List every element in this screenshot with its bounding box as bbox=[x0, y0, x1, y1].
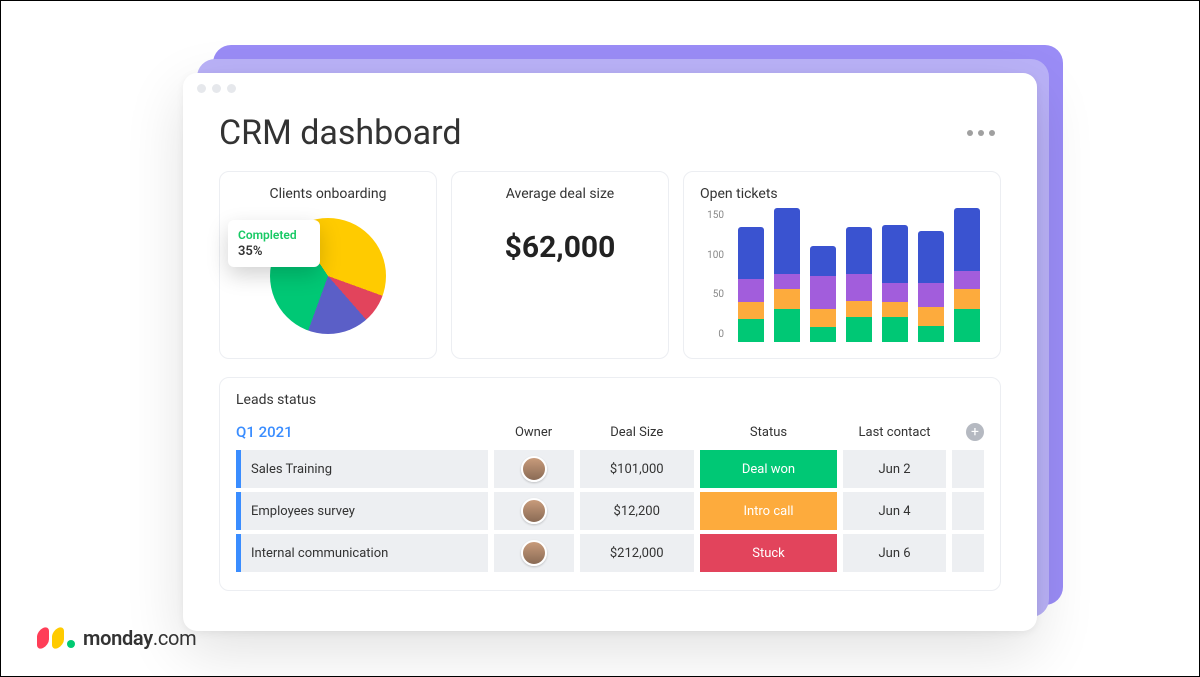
chart-bar-segment bbox=[810, 246, 836, 276]
chart-bar-segment bbox=[882, 317, 908, 342]
card-title: Open tickets bbox=[700, 186, 984, 202]
chart-bar-segment bbox=[918, 326, 944, 343]
chart-bar-segment bbox=[738, 227, 764, 280]
app-window: CRM dashboard Clients onboarding Complet… bbox=[183, 73, 1037, 631]
more-menu-button[interactable] bbox=[961, 124, 1001, 142]
lead-name-cell[interactable]: Internal communication bbox=[236, 534, 488, 572]
chart-bar-segment bbox=[882, 283, 908, 303]
chart-bar-segment bbox=[918, 307, 944, 325]
chart-bar[interactable] bbox=[774, 208, 800, 342]
column-header-last-contact: Last contact bbox=[843, 425, 946, 440]
chart-bar-segment bbox=[810, 327, 836, 342]
chart-tick-label: 0 bbox=[718, 329, 724, 340]
chart-bar-segment bbox=[774, 289, 800, 309]
card-average-deal-size: Average deal size $62,000 bbox=[451, 171, 669, 359]
dots-icon bbox=[978, 130, 984, 136]
brand-logo: monday.com bbox=[37, 626, 196, 650]
pie-tooltip: Completed 35% bbox=[228, 220, 320, 267]
avatar bbox=[521, 456, 547, 482]
chart-bar-segment bbox=[954, 289, 980, 309]
chart-bar[interactable] bbox=[918, 231, 944, 342]
chart-bar-segment bbox=[774, 208, 800, 274]
chart-bar[interactable] bbox=[810, 246, 836, 342]
lead-blank-cell bbox=[952, 450, 984, 488]
chart-bar[interactable] bbox=[882, 225, 908, 342]
chart-bar-segment bbox=[846, 227, 872, 275]
dots-icon bbox=[989, 130, 995, 136]
chart-bar-segment bbox=[846, 301, 872, 318]
chart-bar[interactable] bbox=[846, 227, 872, 343]
chart-bar-segment bbox=[774, 274, 800, 289]
lead-blank-cell bbox=[952, 534, 984, 572]
traffic-light-icon bbox=[227, 84, 236, 93]
page-title: CRM dashboard bbox=[219, 113, 462, 153]
chart-bar-segment bbox=[918, 283, 944, 308]
lead-status-cell[interactable]: Deal won bbox=[700, 450, 837, 488]
lead-deal-cell: $101,000 bbox=[580, 450, 694, 488]
lead-deal-cell: $212,000 bbox=[580, 534, 694, 572]
lead-status-cell[interactable]: Intro call bbox=[700, 492, 837, 530]
lead-owner-cell[interactable] bbox=[494, 492, 574, 530]
chart-bar-segment bbox=[738, 319, 764, 342]
add-column-button[interactable]: + bbox=[966, 423, 984, 441]
chart-bar-segment bbox=[738, 279, 764, 302]
chart-bar[interactable] bbox=[738, 227, 764, 343]
card-leads-status: Leads status Q1 2021 Owner Deal Size Sta… bbox=[219, 377, 1001, 591]
chart-bar-segment bbox=[774, 309, 800, 342]
lead-contact-cell: Jun 2 bbox=[843, 450, 946, 488]
table-row[interactable]: Employees survey $12,200 Intro call Jun … bbox=[236, 492, 984, 530]
card-title: Average deal size bbox=[468, 186, 652, 202]
column-header-owner: Owner bbox=[494, 425, 574, 440]
pie-tooltip-label: Completed bbox=[238, 228, 310, 242]
chart-bar-segment bbox=[738, 302, 764, 319]
chart-y-axis: 150 100 50 0 bbox=[700, 210, 724, 342]
chart-bar-segment bbox=[846, 274, 872, 300]
table-row[interactable]: Internal communication $212,000 Stuck Ju… bbox=[236, 534, 984, 572]
window-title-bar bbox=[183, 73, 1037, 103]
lead-status-cell[interactable]: Stuck bbox=[700, 534, 837, 572]
chart-tick-label: 100 bbox=[707, 250, 724, 261]
lead-name-cell[interactable]: Sales Training bbox=[236, 450, 488, 488]
traffic-light-icon bbox=[212, 84, 221, 93]
leads-subtitle[interactable]: Q1 2021 bbox=[236, 423, 488, 441]
chart-bar-segment bbox=[882, 225, 908, 283]
avatar bbox=[521, 498, 547, 524]
card-title: Leads status bbox=[236, 392, 984, 408]
chart-bar-segment bbox=[810, 276, 836, 309]
chart-bar-segment bbox=[954, 309, 980, 342]
chart-tick-label: 50 bbox=[713, 289, 724, 300]
chart-bar[interactable] bbox=[954, 208, 980, 342]
column-header-deal-size: Deal Size bbox=[580, 425, 694, 440]
lead-contact-cell: Jun 4 bbox=[843, 492, 946, 530]
chart-bar-segment bbox=[846, 317, 872, 342]
card-open-tickets: Open tickets 150 100 50 0 bbox=[683, 171, 1001, 359]
dots-icon bbox=[967, 130, 973, 136]
chart-bar-segment bbox=[918, 231, 944, 282]
lead-deal-cell: $12,200 bbox=[580, 492, 694, 530]
card-title: Clients onboarding bbox=[236, 186, 420, 202]
brand-name: monday bbox=[83, 626, 153, 650]
card-clients-onboarding: Clients onboarding Completed 35% bbox=[219, 171, 437, 359]
lead-blank-cell bbox=[952, 492, 984, 530]
chart-bar-segment bbox=[810, 309, 836, 327]
lead-owner-cell[interactable] bbox=[494, 534, 574, 572]
brand-suffix: .com bbox=[153, 626, 197, 650]
lead-owner-cell[interactable] bbox=[494, 450, 574, 488]
avg-deal-value: $62,000 bbox=[468, 230, 652, 265]
column-header-status: Status bbox=[700, 425, 837, 440]
lead-contact-cell: Jun 6 bbox=[843, 534, 946, 572]
avatar bbox=[521, 540, 547, 566]
brand-logo-icon bbox=[37, 628, 75, 648]
table-row[interactable]: Sales Training $101,000 Deal won Jun 2 bbox=[236, 450, 984, 488]
chart-bar-segment bbox=[954, 271, 980, 289]
chart-bar-segment bbox=[882, 302, 908, 317]
chart-bar-segment bbox=[954, 208, 980, 271]
pie-tooltip-value: 35% bbox=[238, 244, 310, 259]
lead-name-cell[interactable]: Employees survey bbox=[236, 492, 488, 530]
open-tickets-bar-chart[interactable]: 150 100 50 0 bbox=[700, 210, 984, 342]
traffic-light-icon bbox=[197, 84, 206, 93]
chart-tick-label: 150 bbox=[707, 210, 724, 221]
